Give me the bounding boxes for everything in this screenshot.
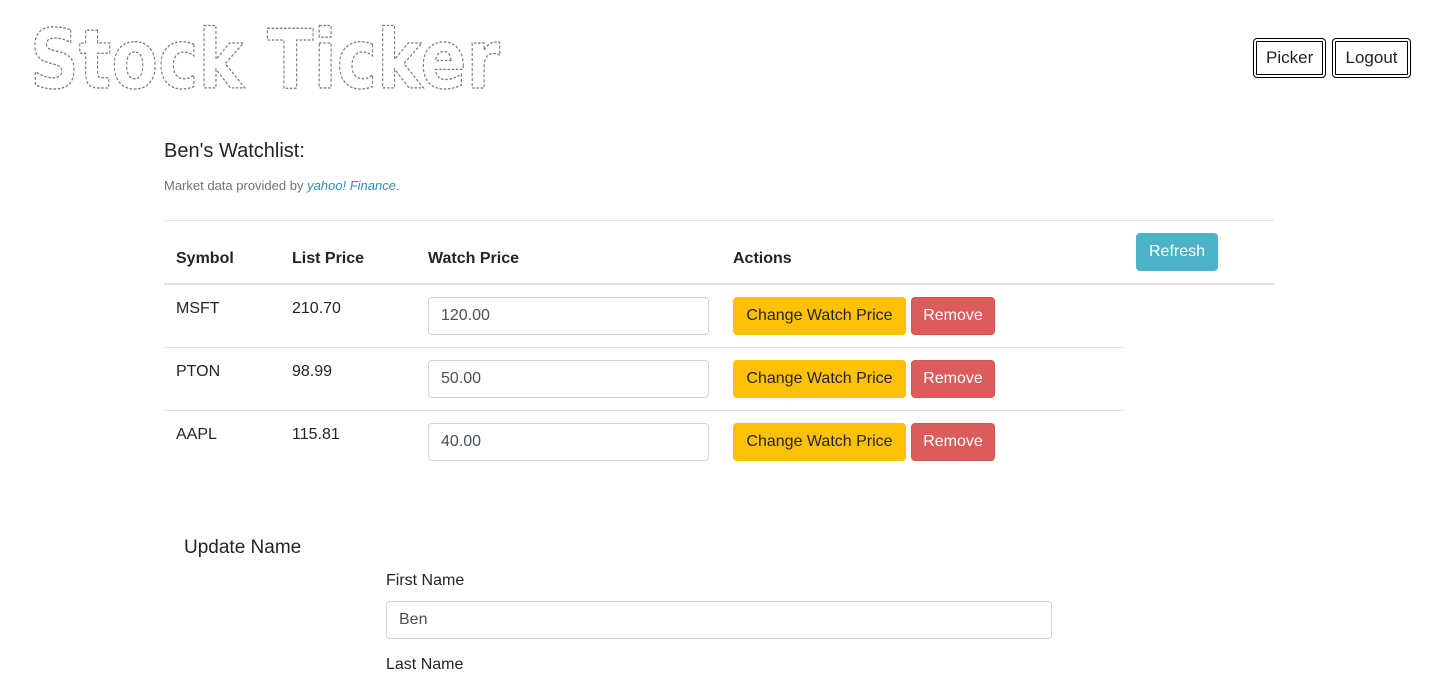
stock-ticker-logo: Stock Ticker	[30, 8, 505, 108]
change-watch-price-button[interactable]: Change Watch Price	[733, 360, 906, 398]
change-watch-price-button[interactable]: Change Watch Price	[733, 297, 906, 335]
remove-button[interactable]: Remove	[911, 297, 995, 335]
row-divider	[164, 347, 1124, 348]
watchlist-title: Ben's Watchlist:	[164, 140, 305, 162]
watch-price-input[interactable]	[428, 297, 709, 335]
remove-button[interactable]: Remove	[911, 360, 995, 398]
column-header-list-price: List Price	[292, 250, 365, 267]
first-name-label: First Name	[386, 572, 465, 589]
symbol-cell: PTON	[176, 363, 221, 380]
attribution-prefix: Market data provided by	[164, 178, 308, 193]
table-header-divider	[164, 283, 1274, 285]
picker-button[interactable]: Picker	[1253, 38, 1326, 78]
symbol-cell: AAPL	[176, 426, 217, 443]
market-data-attribution: Market data provided by yahoo! Finance.	[164, 178, 400, 193]
section-divider	[164, 220, 1274, 221]
refresh-button[interactable]: Refresh	[1136, 233, 1218, 271]
yahoo-finance-link[interactable]: yahoo! Finance	[307, 178, 396, 193]
logo-text: Stock Ticker	[30, 13, 500, 108]
first-name-input[interactable]	[386, 601, 1052, 639]
remove-button[interactable]: Remove	[911, 423, 995, 461]
change-watch-price-button[interactable]: Change Watch Price	[733, 423, 906, 461]
watch-price-input[interactable]	[428, 423, 709, 461]
attribution-suffix: .	[395, 178, 400, 193]
list-price-cell: 98.99	[292, 363, 333, 380]
column-header-symbol: Symbol	[176, 250, 234, 267]
watch-price-input[interactable]	[428, 360, 709, 398]
last-name-label: Last Name	[386, 656, 464, 673]
row-divider	[164, 410, 1124, 411]
symbol-cell: MSFT	[176, 300, 220, 317]
list-price-cell: 210.70	[292, 300, 341, 317]
list-price-cell: 115.81	[292, 426, 340, 443]
column-header-actions: Actions	[733, 250, 792, 267]
update-name-title: Update Name	[184, 537, 302, 558]
logout-button[interactable]: Logout	[1332, 38, 1411, 78]
column-header-watch-price: Watch Price	[428, 250, 519, 267]
